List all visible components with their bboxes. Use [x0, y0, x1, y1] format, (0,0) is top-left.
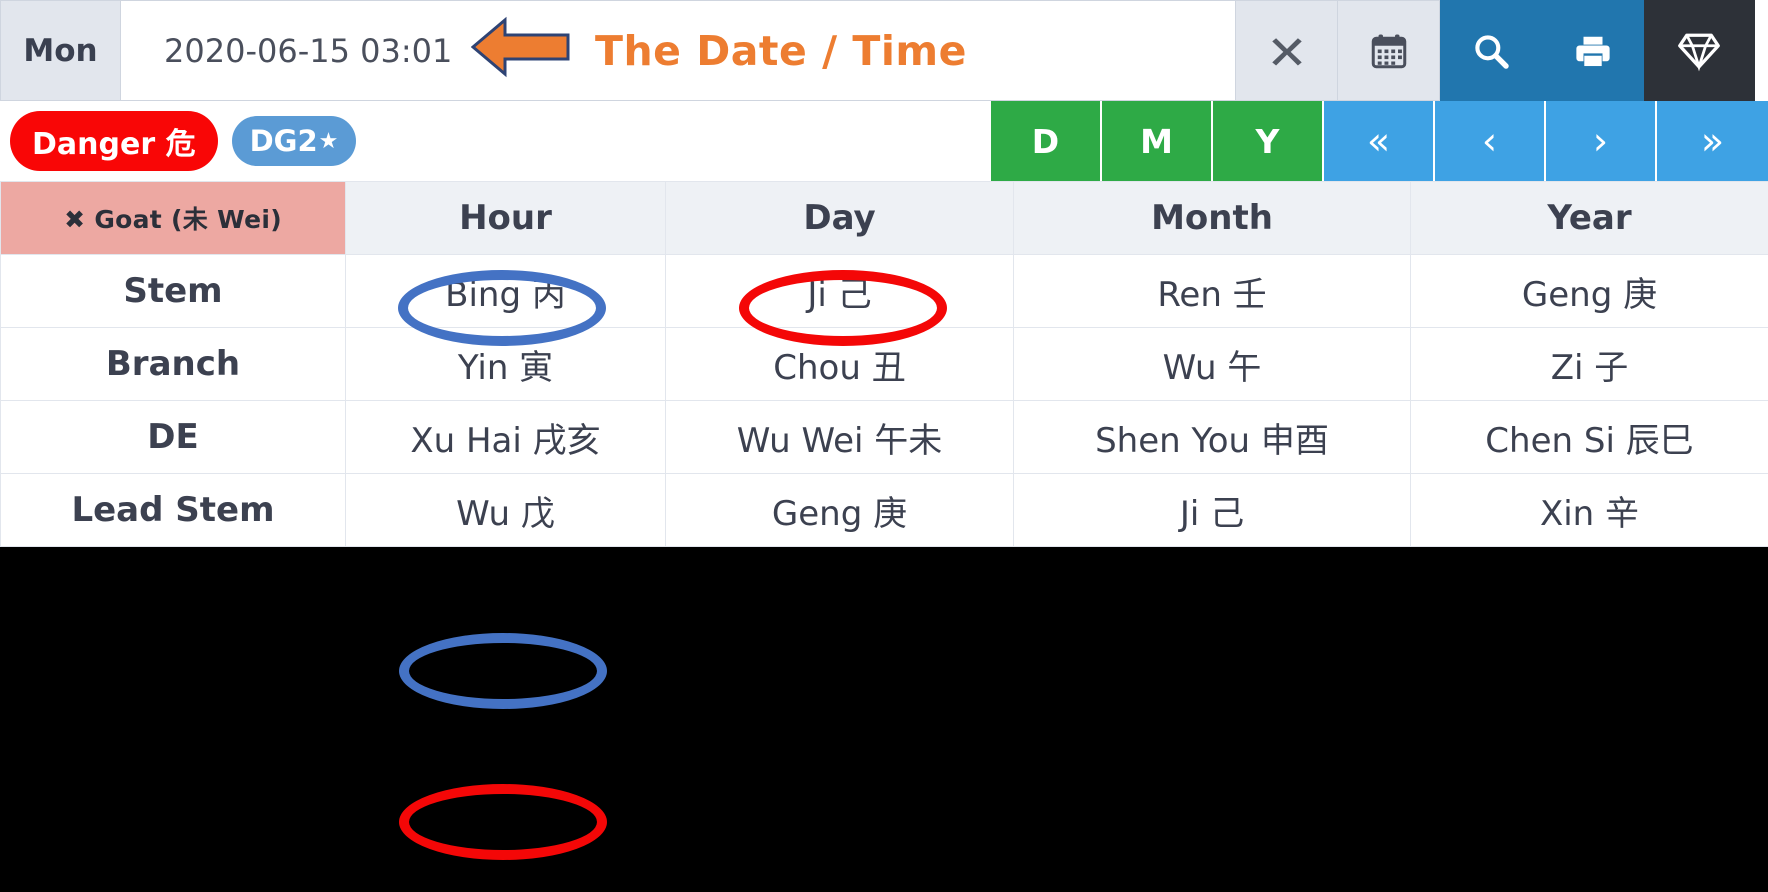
- diamond-gem-icon: [1678, 30, 1720, 72]
- cell-branch-month[interactable]: Wu 午: [1013, 327, 1411, 401]
- weekday-label: Mon: [0, 0, 120, 101]
- last-button[interactable]: »: [1657, 101, 1768, 181]
- animal-sign-cell[interactable]: ✖ Goat (未 Wei): [0, 181, 346, 255]
- column-header-day: Day: [665, 181, 1014, 255]
- cell-de-day[interactable]: Wu Wei 午未: [665, 400, 1014, 474]
- column-header-hour: Hour: [345, 181, 666, 255]
- clear-date-button[interactable]: [1236, 0, 1338, 101]
- prev-button[interactable]: ‹: [1435, 101, 1546, 181]
- row-label-stem: Stem: [0, 254, 346, 328]
- lower-blue-highlight: [399, 633, 607, 709]
- search-button[interactable]: [1440, 0, 1542, 101]
- table-header-row: ✖ Goat (未 Wei) Hour Day Month Year: [0, 181, 1768, 255]
- annotation-overlay: The Date / Time: [470, 1, 967, 100]
- cell-lead-stem-hour[interactable]: Wu 戊: [345, 473, 666, 547]
- cell-stem-month[interactable]: Ren 壬: [1013, 254, 1411, 328]
- badge-list: Danger 危 DG2 ★: [0, 101, 991, 181]
- column-header-year: Year: [1410, 181, 1768, 255]
- badges-and-nav-row: Danger 危 DG2 ★ D M Y « ‹ › »: [0, 101, 1768, 181]
- table-row: Stem Bing 丙 Ji 己 Ren 壬 Geng 庚: [0, 254, 1768, 328]
- print-icon: [1574, 32, 1612, 70]
- navigation-buttons: D M Y « ‹ › »: [991, 101, 1768, 181]
- print-button[interactable]: [1542, 0, 1644, 101]
- cell-stem-hour[interactable]: Bing 丙: [345, 254, 666, 328]
- calendar-picker-button[interactable]: [1338, 0, 1440, 101]
- table-row: Branch Yin 寅 Chou 丑 Wu 午 Zi 子: [0, 327, 1768, 401]
- datetime-value: 2020-06-15 03:01: [164, 31, 453, 70]
- row-label-de: DE: [0, 400, 346, 474]
- year-button[interactable]: Y: [1213, 101, 1324, 181]
- close-x-icon: [1270, 34, 1304, 68]
- star-icon: ★: [318, 128, 339, 154]
- annotation-text: The Date / Time: [595, 26, 967, 75]
- cell-branch-year[interactable]: Zi 子: [1410, 327, 1768, 401]
- search-icon: [1472, 32, 1510, 70]
- day-button[interactable]: D: [991, 101, 1102, 181]
- gem-button[interactable]: [1644, 0, 1755, 101]
- next-button[interactable]: ›: [1546, 101, 1657, 181]
- lower-red-highlight: [399, 784, 607, 860]
- month-button[interactable]: M: [1102, 101, 1213, 181]
- dg2-badge-label: DG2: [249, 124, 318, 158]
- bazi-chart-panel: Mon 2020-06-15 03:01 The Date / Time Dan…: [0, 0, 1768, 547]
- cell-lead-stem-year[interactable]: Xin 辛: [1410, 473, 1768, 547]
- row-label-branch: Branch: [0, 327, 346, 401]
- column-header-month: Month: [1013, 181, 1411, 255]
- cell-branch-hour[interactable]: Yin 寅: [345, 327, 666, 401]
- left-arrow-icon: [470, 16, 571, 86]
- cell-de-hour[interactable]: Xu Hai 戌亥: [345, 400, 666, 474]
- first-button[interactable]: «: [1324, 101, 1435, 181]
- cell-stem-day[interactable]: Ji 己: [665, 254, 1014, 328]
- calendar-icon: [1371, 33, 1407, 69]
- datetime-input[interactable]: 2020-06-15 03:01 The Date / Time: [120, 0, 1236, 101]
- cell-branch-day[interactable]: Chou 丑: [665, 327, 1014, 401]
- dg2-badge[interactable]: DG2 ★: [231, 116, 357, 166]
- cell-lead-stem-day[interactable]: Geng 庚: [665, 473, 1014, 547]
- bazi-table: ✖ Goat (未 Wei) Hour Day Month Year Stem …: [0, 181, 1768, 547]
- cell-stem-year[interactable]: Geng 庚: [1410, 254, 1768, 328]
- row-label-lead-stem: Lead Stem: [0, 473, 346, 547]
- date-input-group: Mon 2020-06-15 03:01 The Date / Time: [0, 0, 1768, 101]
- cell-de-month[interactable]: Shen You 申酉: [1013, 400, 1411, 474]
- table-row: DE Xu Hai 戌亥 Wu Wei 午未 Shen You 申酉 Chen …: [0, 400, 1768, 474]
- table-row: Lead Stem Wu 戊 Geng 庚 Ji 己 Xin 辛: [0, 473, 1768, 547]
- danger-badge[interactable]: Danger 危: [10, 111, 218, 171]
- cell-lead-stem-month[interactable]: Ji 己: [1013, 473, 1411, 547]
- cell-de-year[interactable]: Chen Si 辰巳: [1410, 400, 1768, 474]
